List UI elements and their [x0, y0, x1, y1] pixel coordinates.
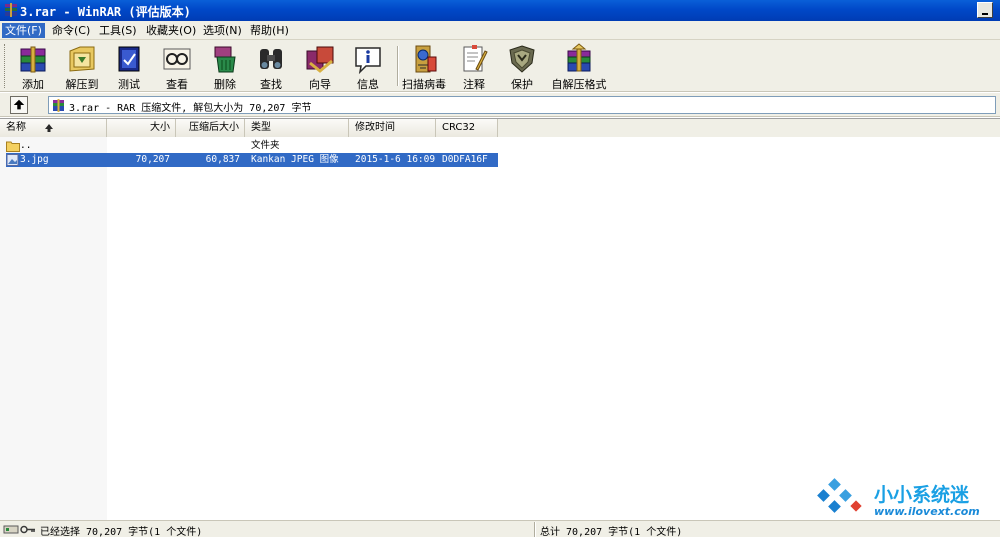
list-row-parent[interactable]: .. 文件夹	[6, 139, 498, 153]
column-header-type[interactable]: 类型	[245, 119, 349, 137]
delete-icon	[214, 46, 236, 73]
sfx-label: 自解压格式	[551, 78, 607, 91]
up-arrow-icon	[13, 99, 25, 110]
test-button[interactable]: 测试	[106, 42, 152, 91]
minimize-button[interactable]	[977, 2, 993, 18]
menu-tools[interactable]: 工具(S)	[96, 23, 140, 38]
extract-to-button[interactable]: 解压到	[59, 42, 105, 91]
row-crc: D0DFA16F	[442, 154, 488, 165]
watermark-title: 小小系统迷	[874, 484, 970, 506]
column-header-crc[interactable]: CRC32	[436, 119, 498, 137]
column-header-size[interactable]: 大小	[107, 119, 176, 137]
menu-help[interactable]: 帮助(H)	[247, 23, 292, 38]
menu-options[interactable]: 选项(N)	[200, 23, 245, 38]
menu-file[interactable]: 文件(F)	[2, 23, 45, 38]
find-button[interactable]: 查找	[248, 42, 294, 91]
find-icon	[260, 49, 282, 69]
address-bar: 3.rar - RAR 压缩文件, 解包大小为 70,207 字节	[0, 93, 1000, 117]
menu-favorites[interactable]: 收藏夹(O)	[143, 23, 199, 38]
status-separator	[534, 522, 536, 537]
info-label: 信息	[357, 78, 379, 91]
archive-path: 3.rar - RAR 压缩文件, 解包大小为 70,207 字节	[69, 103, 312, 114]
sfx-button[interactable]: 自解压格式	[552, 42, 607, 91]
watermark-url: www.ilovext.com	[874, 505, 980, 518]
add-button[interactable]: 添加	[10, 42, 56, 91]
sfx-icon	[567, 43, 591, 72]
row-modified: 2015-1-6 16:09	[355, 154, 436, 165]
diamond-logo-icon	[817, 478, 862, 513]
info-icon	[355, 47, 381, 75]
title-bar: 3.rar - WinRAR (评估版本)	[0, 0, 1000, 21]
file-list[interactable]: 名称 大小 压缩后大小 类型 修改时间 CRC32 .. 文件夹 3.jpg 7…	[0, 118, 1000, 521]
column-header-packed[interactable]: 压缩后大小	[176, 119, 245, 137]
column-header-name[interactable]: 名称	[0, 119, 107, 137]
virus-scan-icon	[415, 45, 437, 73]
virus-scan-button[interactable]: 扫描病毒	[401, 42, 447, 91]
protect-button[interactable]: 保护	[499, 42, 545, 91]
status-bar: 已经选择 70,207 字节(1 个文件) 总计 70,207 字节(1 个文件…	[0, 520, 1000, 537]
view-button[interactable]: 查看	[154, 42, 200, 91]
comment-icon	[463, 45, 488, 72]
extract-to-icon	[69, 46, 95, 72]
wizard-button[interactable]: 向导	[297, 42, 343, 91]
protect-icon	[509, 45, 535, 73]
row-type: 文件夹	[251, 140, 280, 151]
winrar-app-icon	[5, 3, 17, 17]
toolbar: 添加 解压到 测试 查看 删除 查找 向导 信息 扫描病毒 注释 保护 自解压格…	[0, 40, 1000, 92]
add-icon	[20, 46, 46, 73]
view-icon	[163, 48, 191, 70]
menu-bar: 文件(F) 命令(C) 工具(S) 收藏夹(O) 选项(N) 帮助(H)	[0, 21, 1000, 40]
window-title: 3.rar - WinRAR (评估版本)	[20, 5, 191, 19]
menu-command[interactable]: 命令(C)	[49, 23, 93, 38]
list-header: 名称 大小 压缩后大小 类型 修改时间 CRC32	[0, 119, 1000, 137]
column-header-modified[interactable]: 修改时间	[349, 119, 436, 137]
protect-label: 保护	[511, 78, 533, 91]
selection-status: 已经选择 70,207 字节(1 个文件)	[40, 527, 203, 537]
wizard-icon	[306, 46, 334, 73]
row-name: ..	[20, 140, 32, 151]
column-header-name-label: 名称	[6, 122, 26, 133]
row-type: Kankan JPEG 图像	[251, 154, 339, 165]
list-row-selected[interactable]: 3.jpg 70,207 60,837 Kankan JPEG 图像 2015-…	[6, 153, 498, 167]
row-size: 70,207	[135, 154, 170, 165]
up-folder-button[interactable]	[10, 96, 28, 114]
row-name: 3.jpg	[20, 154, 49, 165]
path-field[interactable]: 3.rar - RAR 压缩文件, 解包大小为 70,207 字节	[48, 96, 996, 114]
watermark-logo: 小小系统迷 www.ilovext.com	[808, 478, 998, 520]
name-column-shade	[0, 137, 107, 521]
comment-button[interactable]: 注释	[451, 42, 497, 91]
image-file-icon	[6, 154, 19, 166]
row-packed: 60,837	[205, 154, 240, 165]
folder-icon	[6, 141, 20, 152]
drive-key-icon	[3, 525, 35, 534]
info-button[interactable]: 信息	[345, 42, 391, 91]
total-status: 总计 70,207 字节(1 个文件)	[540, 527, 683, 537]
sort-ascending-icon	[45, 124, 53, 132]
test-icon	[118, 46, 140, 72]
archive-icon	[53, 99, 64, 112]
